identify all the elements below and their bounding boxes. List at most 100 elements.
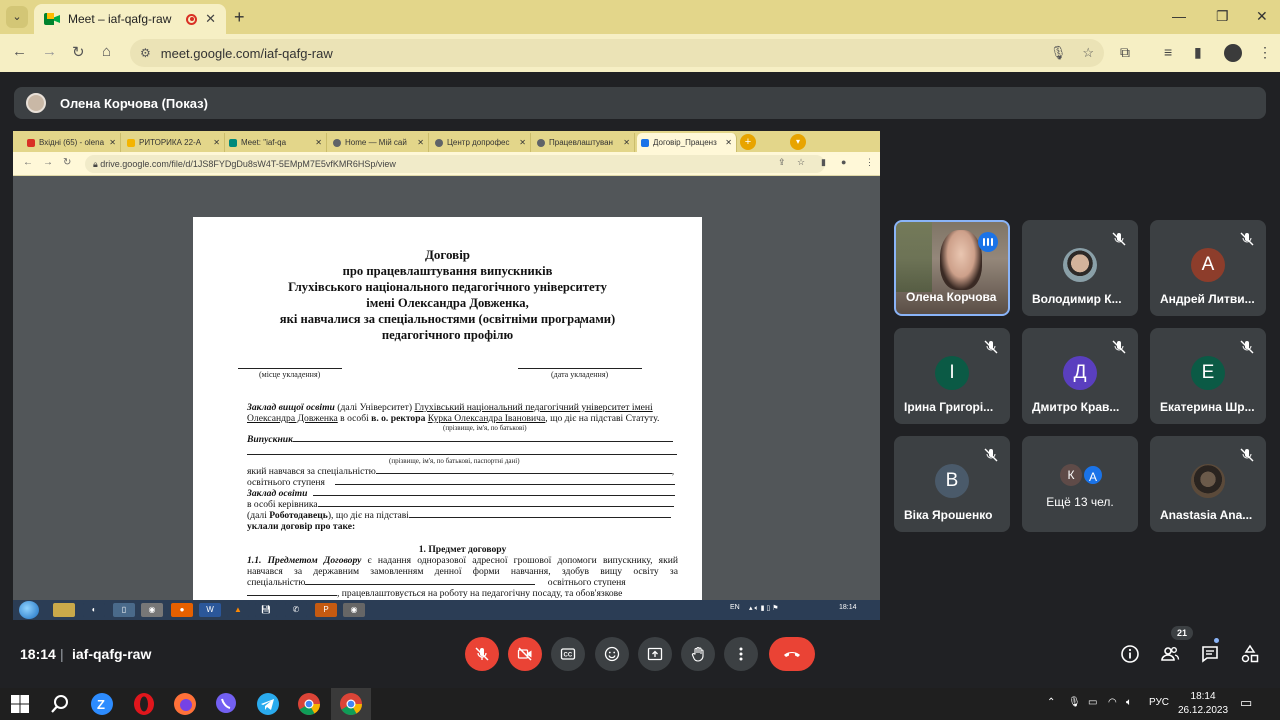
volume-icon[interactable]: 🔈︎ — [1126, 697, 1132, 708]
camera-toggle-button[interactable] — [508, 637, 542, 671]
media-controls-icon[interactable]: ≡ — [1164, 44, 1172, 60]
opera-icon[interactable] — [132, 692, 156, 716]
windows-start-icon[interactable] — [8, 692, 32, 716]
meeting-info-icon[interactable] — [1120, 644, 1140, 664]
browser-tabstrip: ⌄ Meet – iaf-qafg-raw ✕ + — ❐ ✕ — [0, 0, 1280, 34]
shared-tab-label: Центр допрофес — [447, 138, 510, 147]
close-icon: ✕ — [315, 138, 322, 147]
side-panel-icon[interactable]: ▮ — [1194, 44, 1202, 61]
participant-avatar: І — [935, 356, 969, 390]
wifi-icon[interactable]: ◠ — [1108, 697, 1117, 708]
date-underline — [518, 368, 642, 369]
participant-tile[interactable]: Д Дмитро Крав... — [1022, 328, 1138, 424]
activities-icon[interactable] — [1240, 644, 1260, 664]
profile-avatar[interactable] — [1224, 44, 1242, 62]
mic-off-icon — [1240, 340, 1254, 354]
shared-tab: Центр допрофес ✕ — [431, 133, 531, 152]
tray-overflow-icon[interactable]: ⌃ — [1047, 697, 1055, 708]
doc-line: спеціальністю освітнього ступеня — [247, 577, 626, 588]
tab-search-button[interactable]: ⌄ — [6, 6, 28, 28]
doc-line: освітнього ступеня — [247, 477, 678, 488]
taskbar-active-app[interactable] — [331, 688, 371, 720]
participant-tile[interactable]: І Ірина Григорі... — [894, 328, 1010, 424]
reload-icon[interactable]: ↻ — [72, 43, 85, 61]
participant-name: Екатерина Шр... — [1160, 400, 1255, 414]
language-indicator[interactable]: РУС — [1149, 697, 1169, 708]
battery-icon[interactable]: ▭ — [1088, 697, 1097, 708]
home-icon[interactable]: ⌂ — [102, 43, 111, 60]
meet-icon — [229, 138, 237, 147]
side-panel-icon: ▮ — [821, 157, 826, 167]
present-button[interactable] — [638, 637, 672, 671]
forward-arrow-icon[interactable]: → — [42, 43, 57, 60]
participant-name: Володимир К... — [1032, 292, 1122, 306]
extensions-icon[interactable]: ⧉ — [1120, 44, 1130, 61]
microphone-icon[interactable]: 🎙 — [1050, 45, 1067, 61]
notifications-icon[interactable]: ▭ — [1240, 695, 1252, 711]
close-icon: ✕ — [417, 138, 424, 147]
raise-hand-button[interactable] — [681, 637, 715, 671]
participant-name: Ірина Григорі... — [904, 400, 994, 414]
shared-url: drive.google.com/file/d/1JS8FYDgDu8sW4T-… — [100, 159, 396, 169]
windows-clock[interactable]: 18:14 26.12.2023 — [1178, 690, 1228, 718]
bookmark-star-icon[interactable]: ☆ — [1082, 45, 1094, 61]
participant-tile[interactable]: В Віка Ярошенко — [894, 436, 1010, 532]
participant-photo — [1191, 464, 1225, 498]
title-line: Глухівського національного педагогічного… — [288, 280, 607, 294]
chat-icon[interactable] — [1200, 644, 1220, 664]
shared-tab-active: Договір_Праценз ✕ — [637, 133, 737, 152]
more-menu-icon[interactable]: ⋮ — [1258, 44, 1272, 61]
minimize-icon[interactable]: — — [1172, 8, 1186, 24]
zoom-icon[interactable]: Z — [90, 692, 114, 716]
chrome-icon[interactable] — [297, 692, 321, 716]
shared-tab: Meet: "iaf-qa ✕ — [225, 133, 327, 152]
speaking-indicator-icon — [978, 232, 998, 252]
leave-call-button[interactable] — [769, 637, 815, 671]
close-tab-icon[interactable]: ✕ — [205, 11, 216, 27]
title-line: які навчалися за спеціальностями (освітн… — [279, 312, 616, 326]
close-window-icon[interactable]: ✕ — [1256, 8, 1268, 25]
viber-icon: ✆ — [285, 603, 307, 617]
microphone-toggle-button[interactable] — [465, 637, 499, 671]
meeting-clock: 18:14 — [20, 646, 56, 662]
gmail-icon — [27, 138, 35, 147]
maximize-icon[interactable]: ❐ — [1216, 8, 1229, 25]
participant-tile[interactable]: Олена Корчова — [894, 220, 1010, 316]
participant-tile[interactable]: Е Екатерина Шр... — [1150, 328, 1266, 424]
more-participants-tile[interactable]: К А Ещё 13 чел. — [1022, 436, 1138, 532]
participant-tile[interactable]: А Андрей Литви... — [1150, 220, 1266, 316]
participant-tile[interactable]: Володимир К... — [1022, 220, 1138, 316]
plus-icon: + — [740, 134, 756, 150]
back-arrow-icon[interactable]: ← — [12, 43, 27, 60]
mic-off-icon — [1240, 448, 1254, 462]
site-info-icon[interactable]: ⚙ — [140, 46, 151, 60]
doc-line: (далі Роботодавець), що діє на підставі — [247, 510, 678, 521]
address-bar[interactable]: ⚙ meet.google.com/iaf-qafg-raw 🎙 ☆ — [130, 39, 1104, 67]
shared-browser-toolbar: ← → ↻ 🔒︎ drive.google.com/file/d/1JS8FYD… — [13, 152, 880, 176]
doc-line: Випускник — [247, 434, 678, 445]
windows-start-icon — [19, 601, 39, 619]
search-icon[interactable] — [48, 692, 72, 716]
firefox-icon: ● — [171, 603, 193, 617]
document-title: Договір про працевлаштування випускників… — [193, 247, 702, 343]
microphone-tray-icon[interactable]: 🎙︎ — [1068, 697, 1081, 708]
firefox-icon[interactable] — [173, 692, 197, 716]
title-line: педагогічного профілю — [381, 328, 514, 342]
passport-caption: (прізвище, ім'я, по батькові, паспортні … — [389, 457, 520, 465]
presenter-bar: Олена Корчова (Показ) — [14, 87, 1266, 119]
more-options-button[interactable] — [724, 637, 758, 671]
presenter-avatar — [26, 93, 46, 113]
telegram-icon[interactable] — [256, 692, 280, 716]
people-icon[interactable] — [1160, 644, 1180, 664]
close-icon: ✕ — [725, 138, 732, 147]
participant-tile[interactable]: Anastasia Ana... — [1150, 436, 1266, 532]
reactions-button[interactable] — [595, 637, 629, 671]
share-icon: ⇪ — [778, 157, 786, 167]
doc-line: , працевлаштовується на роботу на педаго… — [247, 588, 678, 599]
new-tab-button[interactable]: + — [234, 6, 245, 28]
viber-icon[interactable] — [214, 692, 238, 716]
captions-button[interactable]: CC — [551, 637, 585, 671]
browser-tab-meet[interactable]: Meet – iaf-qafg-raw ✕ — [34, 4, 226, 34]
shared-tab-label: Вхідні (65) - olena — [39, 138, 105, 147]
title-line: імені Олександра Довженка, — [366, 296, 529, 310]
